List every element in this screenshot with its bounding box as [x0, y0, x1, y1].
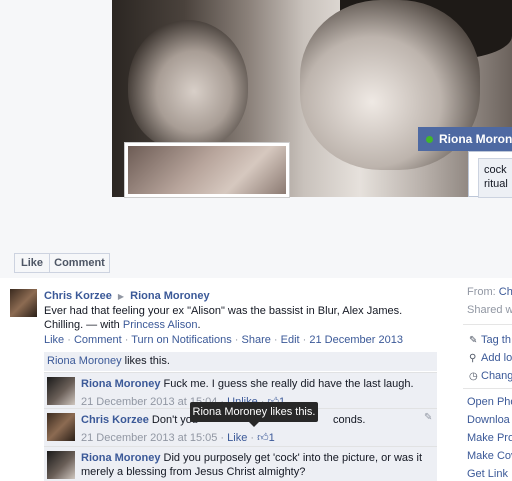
commenter-avatar[interactable] [47, 451, 75, 479]
post-actions: Like · Comment · Turn on Notifications ·… [44, 334, 403, 346]
post-comment-link[interactable]: Comment [74, 334, 122, 346]
tag-name: Riona Moroney [439, 132, 512, 146]
edit-link[interactable]: Edit [281, 334, 300, 346]
separator: · [121, 334, 132, 346]
liker-link[interactable]: Riona Moroney [47, 355, 122, 367]
comment-text: Fuck me. I guess she really did have the… [160, 378, 414, 390]
open-photo-link[interactable]: Open Pho [467, 396, 512, 408]
shared-with[interactable]: Shared w [467, 304, 512, 316]
add-location-action[interactable]: ⚲ Add lo [469, 352, 512, 364]
from-name-link[interactable]: Ch [499, 286, 512, 298]
tag-caption-line: cock [484, 164, 507, 176]
likes-tooltip: Riona Moroney likes this. [190, 402, 318, 422]
post-body-end: . [197, 319, 201, 331]
get-link-link[interactable]: Get Link [467, 468, 508, 480]
from-label: From: [467, 286, 499, 298]
tag-photo-action[interactable]: ✎ Tag th [469, 334, 511, 346]
edit-pencil-icon[interactable]: ✎ [424, 412, 432, 423]
from-row: From: Ch [467, 286, 512, 298]
comment-body: Riona Moroney Did you purposely get 'coc… [81, 451, 431, 479]
comment-like-count[interactable]: 1 [269, 432, 275, 444]
separator: · [231, 334, 242, 346]
likes-summary: Riona Moroney likes this. [44, 352, 437, 371]
inset-photo [128, 146, 286, 194]
commenter-name[interactable]: Riona Moroney [81, 378, 160, 390]
tagged-friend-link[interactable]: Princess Alison [123, 319, 198, 331]
inset-photo-frame [124, 142, 290, 198]
location-icon: ⚲ [469, 353, 477, 364]
tag-icon: ✎ [469, 335, 478, 346]
photo-detail [128, 20, 248, 150]
notifications-link[interactable]: Turn on Notifications [131, 334, 231, 346]
author-avatar[interactable] [10, 289, 37, 317]
post-text: Ever had that feeling your ex "Alison" w… [44, 304, 444, 332]
post-date-link[interactable]: 21 December 2013 [309, 334, 403, 346]
post-header: Chris Korzee ▶ Riona Moroney [44, 290, 210, 302]
divider [463, 324, 512, 325]
photo-tag-label[interactable]: Riona Moroney [418, 127, 512, 151]
commenter-avatar[interactable] [47, 413, 75, 441]
tag-caption: cock ritual [478, 158, 512, 198]
share-link[interactable]: Share [242, 334, 271, 346]
separator: · [64, 334, 74, 346]
likes-suffix: likes this. [121, 355, 170, 367]
separator: · [270, 334, 281, 346]
author-link[interactable]: Chris Korzee [44, 290, 112, 302]
comment-button[interactable]: Comment [49, 253, 110, 273]
post-like-link[interactable]: Like [44, 334, 64, 346]
like-button[interactable]: Like [14, 253, 50, 273]
commenter-avatar[interactable] [47, 377, 75, 405]
arrow-right-icon: ▶ [117, 292, 125, 301]
like-link[interactable]: Like [227, 432, 247, 444]
comment-date[interactable]: 21 December 2013 at 15:05 [81, 432, 217, 444]
action-label: Add lo [481, 352, 512, 364]
photo-sidebar: From: Ch Shared w ✎ Tag th ⚲ Add lo ◷ Chang… [463, 280, 512, 481]
commenter-name[interactable]: Riona Moroney [81, 452, 160, 464]
tooltip-arrow [249, 422, 259, 427]
make-cover-link[interactable]: Make Cov [467, 450, 512, 462]
thumbs-up-icon[interactable]: 👍︎ [257, 431, 269, 445]
comment-text-tail: conds. [333, 414, 366, 426]
target-profile-link[interactable]: Riona Moroney [130, 290, 209, 302]
comment: Riona Moroney Did you purposely get 'coc… [44, 446, 437, 481]
action-label: Tag th [481, 334, 511, 346]
comment-meta: 21 December 2013 at 15:05 · Like · 👍︎1 [81, 431, 275, 445]
change-date-action[interactable]: ◷ Chang [469, 370, 512, 382]
separator: · [299, 334, 310, 346]
commenter-name[interactable]: Chris Korzee [81, 414, 149, 426]
download-link[interactable]: Downloa [467, 414, 510, 426]
tag-caption-line: ritual [484, 178, 508, 190]
make-profile-picture-link[interactable]: Make Prof [467, 432, 512, 444]
calendar-icon: ◷ [469, 371, 478, 382]
post-body-text: Ever had that feeling your ex "Alison" w… [44, 305, 403, 331]
divider [463, 388, 512, 389]
online-status-icon [426, 136, 433, 143]
action-label: Chang [481, 370, 512, 382]
